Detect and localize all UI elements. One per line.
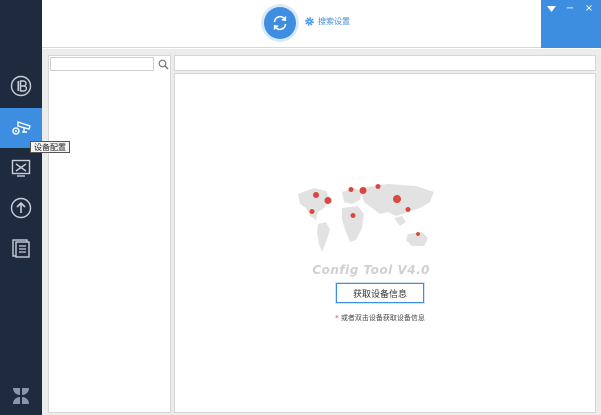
hint-text-container: * 或者双击设备获取设备信息 bbox=[300, 313, 460, 323]
hint-text: 或者双击设备获取设备信息 bbox=[340, 314, 425, 322]
ip-icon bbox=[10, 75, 32, 97]
document-icon bbox=[12, 239, 30, 258]
header: 搜索设置 bbox=[42, 0, 601, 48]
sidebar-item-ip[interactable] bbox=[0, 66, 42, 106]
dropdown-arrow-icon bbox=[546, 5, 556, 12]
hint-star: * bbox=[335, 314, 339, 322]
search-settings-label: 搜索设置 bbox=[318, 17, 350, 26]
gear-icon bbox=[305, 17, 314, 26]
sidebar-item-upgrade[interactable] bbox=[0, 188, 42, 228]
tools-icon bbox=[11, 159, 31, 177]
sidebar bbox=[0, 0, 42, 415]
world-map-image bbox=[298, 184, 434, 252]
search-icon[interactable] bbox=[156, 57, 170, 71]
device-search-input[interactable] bbox=[50, 57, 154, 71]
sidebar-item-document[interactable] bbox=[0, 228, 42, 268]
detail-toolbar bbox=[174, 55, 596, 71]
device-config-icon bbox=[12, 121, 31, 135]
get-device-info-button[interactable]: 获取设备信息 bbox=[336, 283, 424, 303]
minimize-icon: − bbox=[565, 3, 575, 14]
close-button[interactable]: × bbox=[582, 3, 596, 15]
sidebar-tooltip: 设备配置 bbox=[30, 141, 70, 153]
sidebar-item-apps[interactable] bbox=[0, 376, 42, 415]
minimize-button[interactable]: − bbox=[563, 3, 577, 15]
refresh-icon bbox=[273, 15, 287, 31]
app-brand-text: Config Tool V4.0 bbox=[312, 263, 430, 277]
refresh-button[interactable] bbox=[264, 7, 296, 39]
device-list-panel bbox=[48, 55, 171, 413]
window-controls: − × bbox=[541, 0, 601, 48]
apps-icon bbox=[13, 388, 29, 404]
sidebar-item-tools[interactable] bbox=[0, 148, 42, 188]
menu-dropdown-button[interactable] bbox=[544, 3, 558, 15]
upgrade-icon bbox=[10, 197, 32, 219]
search-settings-button[interactable]: 搜索设置 bbox=[304, 16, 350, 27]
close-icon: × bbox=[584, 3, 594, 14]
